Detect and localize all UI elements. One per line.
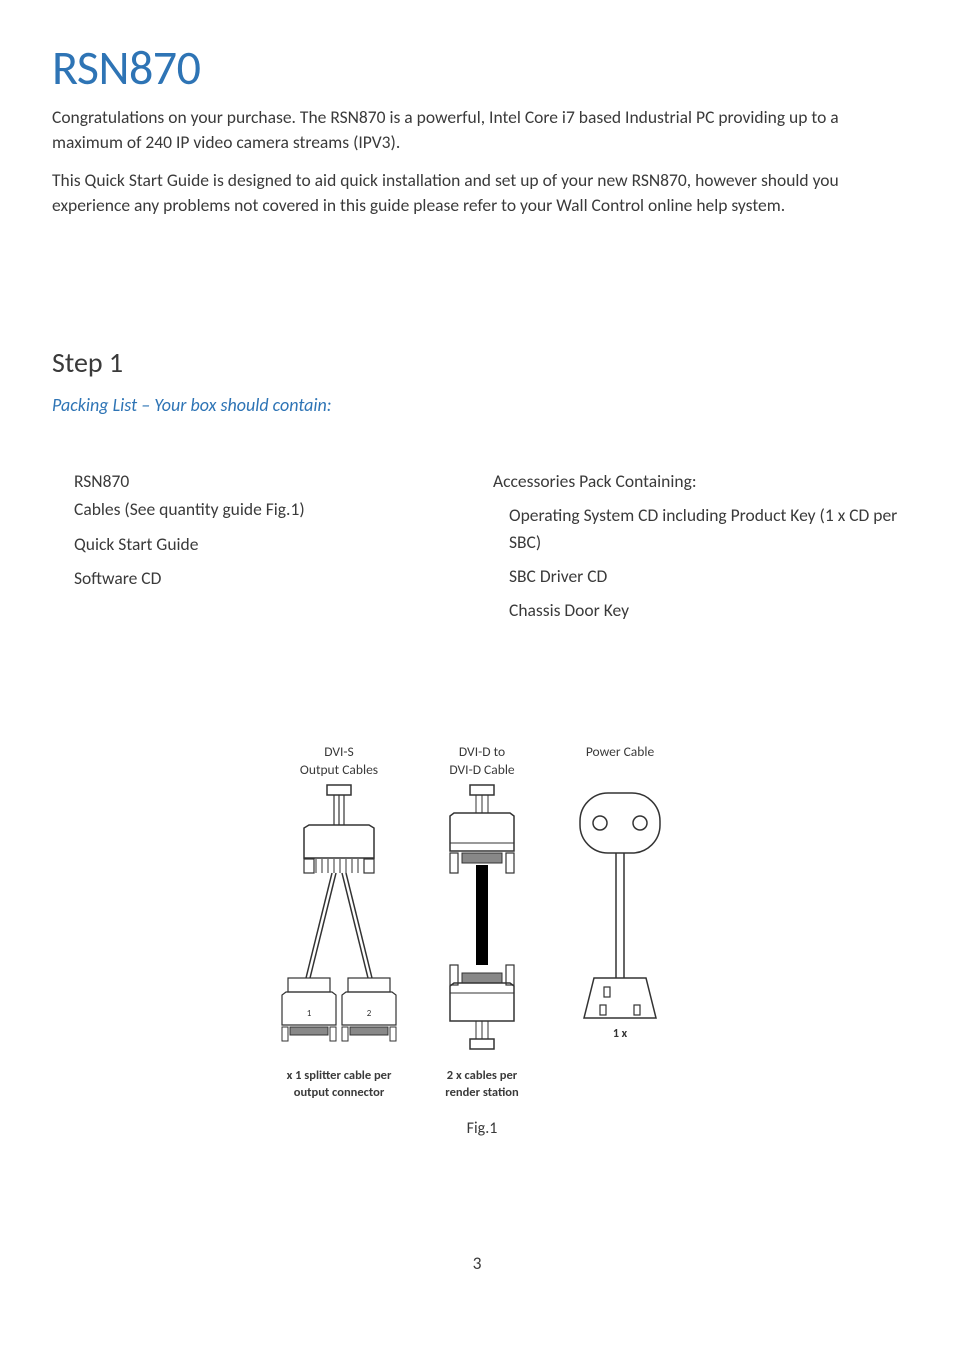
page-title: RSN870 xyxy=(52,38,902,97)
list-item: Quick Start Guide xyxy=(74,531,483,557)
list-heading: Accessories Pack Containing: xyxy=(493,468,902,494)
figure-label: DVI-D to DVI-D Cable xyxy=(449,743,514,779)
packing-list: RSN870 Cables (See quantity guide Fig.1)… xyxy=(52,468,902,631)
step-heading: Step 1 xyxy=(52,345,902,380)
packing-left-column: RSN870 Cables (See quantity guide Fig.1)… xyxy=(52,468,483,631)
figure-caption: 2 x cables per render station xyxy=(445,1068,518,1101)
list-item: Software CD xyxy=(74,565,483,591)
dvi-d-cable-icon xyxy=(432,783,532,1063)
power-cable-icon: 1 x xyxy=(560,783,680,1063)
figure-label: Power Cable xyxy=(586,743,654,779)
intro-paragraph-2: This Quick Start Guide is designed to ai… xyxy=(52,168,902,217)
svg-text:2: 2 xyxy=(367,1008,372,1019)
step-subheading: Packing List – Your box should contain: xyxy=(52,394,902,416)
figure-power-cable: Power Cable 1 x xyxy=(560,743,680,1138)
figure-number: Fig.1 xyxy=(467,1119,498,1138)
dvi-s-splitter-icon: 1 2 xyxy=(274,783,404,1063)
page-number: 3 xyxy=(0,1252,954,1274)
list-item: Operating System CD including Product Ke… xyxy=(493,502,902,555)
figure-dvi-d-cable: DVI-D to DVI-D Cable xyxy=(432,743,532,1138)
list-item: SBC Driver CD xyxy=(493,563,902,589)
list-item: Chassis Door Key xyxy=(493,597,902,623)
figure-dvi-s-cable: DVI-S Output Cables xyxy=(274,743,404,1138)
svg-text:1 x: 1 x xyxy=(613,1027,628,1041)
figure-1: DVI-S Output Cables xyxy=(52,743,902,1138)
figure-caption: x 1 splitter cable per output connector xyxy=(287,1068,392,1101)
figure-label: DVI-S Output Cables xyxy=(300,743,378,779)
packing-right-column: Accessories Pack Containing: Operating S… xyxy=(493,468,902,631)
intro-paragraph-1: Congratulations on your purchase. The RS… xyxy=(52,105,902,154)
list-item: Cables (See quantity guide Fig.1) xyxy=(74,496,483,522)
list-item: RSN870 xyxy=(74,468,483,494)
svg-text:1: 1 xyxy=(307,1008,312,1019)
